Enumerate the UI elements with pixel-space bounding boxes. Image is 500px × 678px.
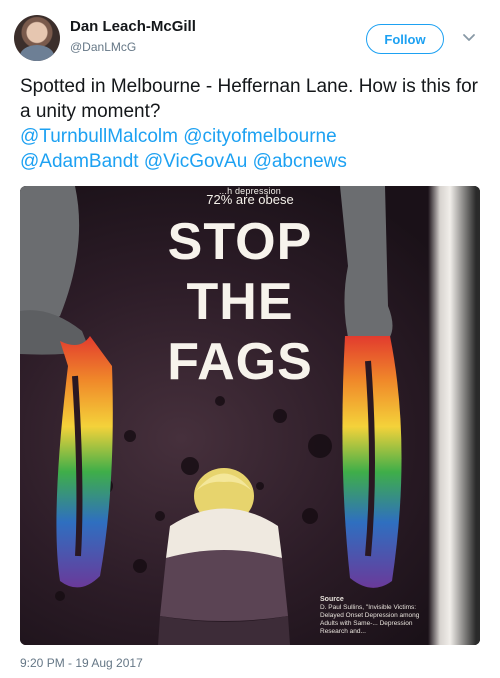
tweet-text: Spotted in Melbourne - Heffernan Lane. H… [20, 74, 485, 174]
tweet-photo[interactable]: ...h depression 72% are obese STOP THE F… [20, 186, 480, 645]
poster-edge [428, 186, 480, 645]
author-handle[interactable]: @DanLMcG [70, 40, 136, 54]
poster-headline-line: STOP [167, 213, 313, 271]
tweet-body: Spotted in Melbourne - Heffernan Lane. H… [20, 76, 479, 122]
poster-source-text: D. Paul Sullins, "Invisible Victims: Del… [320, 604, 420, 635]
tweet-timestamp[interactable]: 9:20 PM - 19 Aug 2017 [20, 656, 143, 670]
poster-headline-line: THE [186, 273, 294, 331]
poster-stat: 72% are obese [206, 192, 294, 207]
avatar[interactable] [14, 15, 60, 61]
mention-link[interactable]: @TurnbullMalcolm [20, 126, 178, 147]
poster-headline-line: FAGS [167, 333, 313, 391]
poster-source: Source D. Paul Sullins, "Invisible Victi… [320, 596, 430, 636]
poster-source-label: Source [320, 596, 344, 603]
follow-button[interactable]: Follow [366, 24, 444, 54]
author-name[interactable]: Dan Leach-McGill [70, 18, 196, 35]
mention-link[interactable]: @cityofmelbourne [183, 126, 336, 147]
mention-link[interactable]: @AdamBandt [20, 151, 139, 172]
chevron-down-icon[interactable] [462, 30, 476, 44]
mention-link[interactable]: @abcnews [253, 151, 347, 172]
tweet-header: Dan Leach-McGill @DanLMcG Follow [0, 0, 500, 70]
mention-link[interactable]: @VicGovAu [144, 151, 247, 172]
